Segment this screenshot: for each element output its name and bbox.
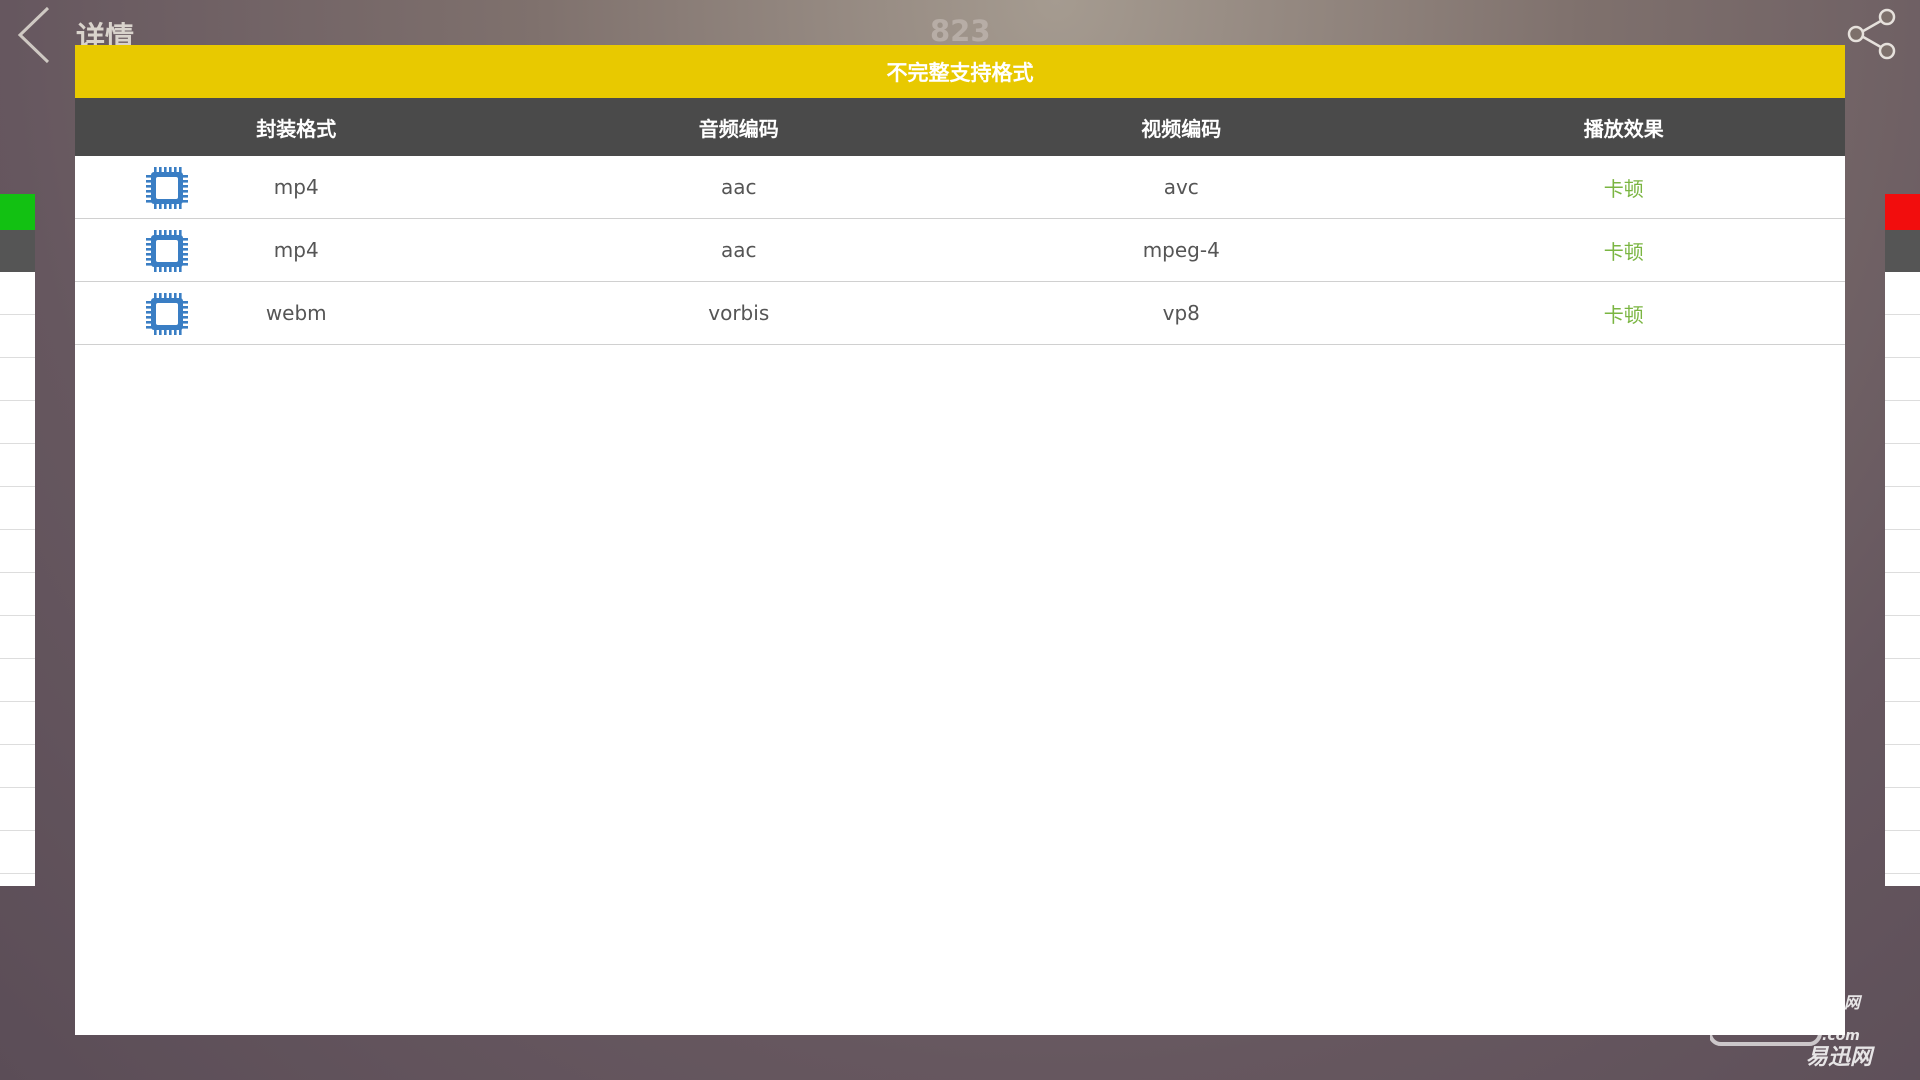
chip-icon [146, 230, 188, 272]
cell-result: 卡顿 [1603, 176, 1644, 201]
table-header: 封装格式 音频编码 视频编码 播放效果 [75, 98, 1845, 156]
column-header-result: 播放效果 [1583, 116, 1664, 141]
table-row[interactable]: mp4 aac mpeg-4 卡顿 [75, 219, 1845, 282]
cell-result: 卡顿 [1603, 239, 1644, 264]
back-button[interactable] [14, 4, 58, 66]
cell-audio: vorbis [708, 301, 770, 325]
format-dialog: 不完整支持格式 封装格式 音频编码 视频编码 播放效果 mp4 aac avc … [75, 45, 1845, 1035]
table-row[interactable]: mp4 aac avc 卡顿 [75, 156, 1845, 219]
dialog-title: 不完整支持格式 [75, 45, 1845, 98]
right-status-indicator [1885, 194, 1920, 230]
column-header-audio: 音频编码 [698, 116, 779, 141]
column-header-video: 视频编码 [1141, 116, 1222, 141]
cell-container: webm [265, 301, 327, 325]
chip-icon [146, 167, 188, 209]
watermark-text: 易迅网 [1806, 1045, 1875, 1068]
score-value: 823 [930, 14, 991, 48]
cell-audio: aac [720, 238, 757, 262]
chevron-left-icon [17, 6, 50, 64]
cell-video: vp8 [1162, 301, 1200, 325]
watermark-logo: 网 .com 易迅网 [1710, 993, 1875, 1068]
cell-result: 卡顿 [1603, 302, 1644, 327]
cell-container: mp4 [273, 238, 319, 262]
column-header-container: 封装格式 [256, 116, 337, 141]
watermark-corner: 网 [1844, 993, 1863, 1012]
right-side-panel [1885, 194, 1920, 886]
chip-icon [146, 293, 188, 335]
cell-audio: aac [720, 175, 757, 199]
watermark-suffix: .com [1822, 1028, 1860, 1044]
left-status-indicator [0, 194, 35, 230]
cell-video: avc [1163, 175, 1199, 199]
left-side-panel [0, 194, 35, 886]
share-button[interactable] [1846, 8, 1898, 60]
cell-container: mp4 [273, 175, 319, 199]
cell-video: mpeg-4 [1142, 238, 1220, 262]
table-row[interactable]: webm vorbis vp8 卡顿 [75, 282, 1845, 345]
share-icon [1847, 8, 1896, 60]
